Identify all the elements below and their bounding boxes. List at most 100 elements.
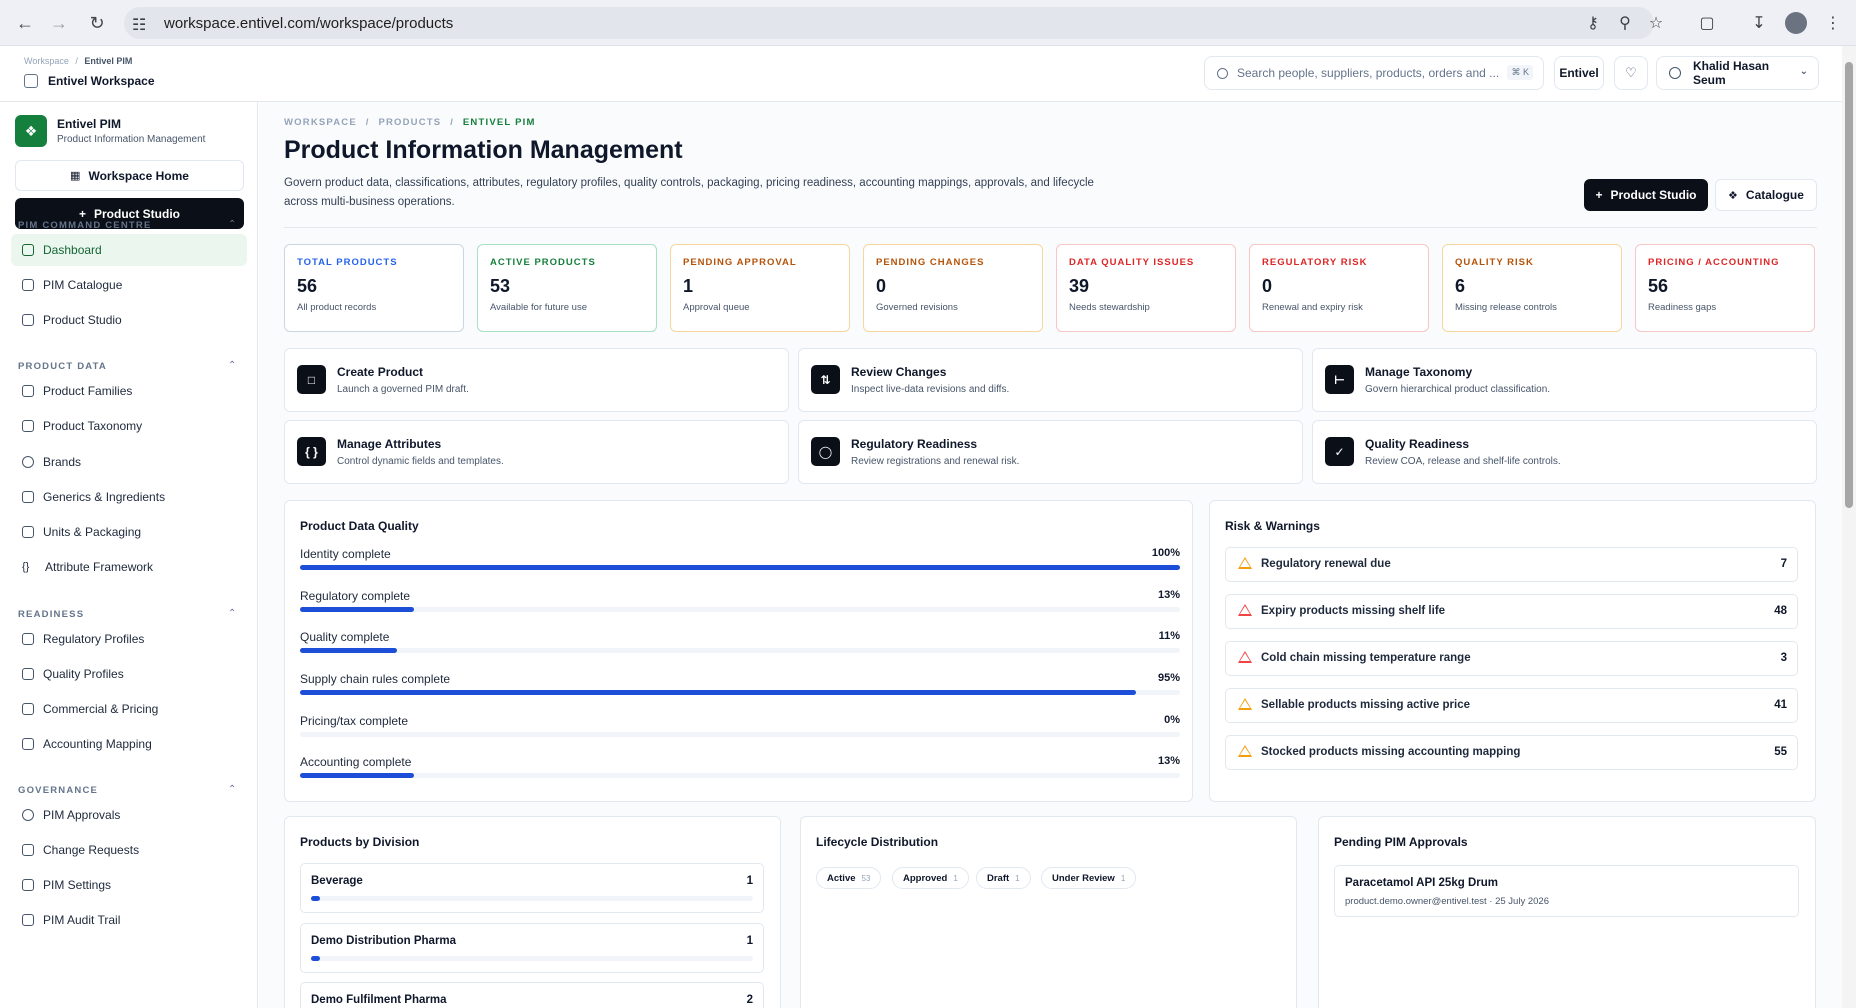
action-create-product[interactable]: □ Create Product Launch a governed PIM d… bbox=[284, 348, 789, 412]
chevron-up-icon[interactable]: ⌃ bbox=[228, 608, 236, 619]
sidebar-item-product-studio[interactable]: Product Studio bbox=[11, 304, 247, 336]
crumb-products[interactable]: PRODUCTS bbox=[378, 117, 441, 128]
crumb-current: Entivel PIM bbox=[84, 56, 133, 66]
workspace-home-button[interactable]: ▦ Workspace Home bbox=[15, 160, 244, 191]
action-manage-taxonomy[interactable]: ⊢ Manage Taxonomy Govern hierarchical pr… bbox=[1312, 348, 1817, 412]
action-manage-attributes[interactable]: { } Manage Attributes Control dynamic fi… bbox=[284, 420, 789, 484]
stat-value: 1 bbox=[683, 276, 694, 296]
risk-row-active-price[interactable]: Sellable products missing active price 4… bbox=[1225, 688, 1798, 723]
stat-card-pending-changes[interactable]: PENDING CHANGES 0 Governed revisions bbox=[863, 244, 1043, 332]
nav-label: Product Studio bbox=[43, 313, 122, 327]
sidebar-item-change-requests[interactable]: Change Requests bbox=[11, 834, 247, 866]
sidebar-item-units-packaging[interactable]: Units & Packaging bbox=[11, 516, 247, 548]
risk-row-shelf-life[interactable]: Expiry products missing shelf life 48 bbox=[1225, 594, 1798, 629]
action-regulatory-readiness[interactable]: ◯ Regulatory Readiness Review registrati… bbox=[798, 420, 1303, 484]
site-settings-icon[interactable]: ☷ bbox=[132, 15, 150, 34]
address-bar[interactable]: workspace.entivel.com/workspace/products bbox=[124, 7, 1654, 39]
stat-card-pending-approval[interactable]: PENDING APPROVAL 1 Approval queue bbox=[670, 244, 850, 332]
reload-icon[interactable]: ↻ bbox=[84, 11, 110, 35]
sidebar-item-product-families[interactable]: Product Families bbox=[11, 375, 247, 407]
forward-icon[interactable]: → bbox=[46, 11, 72, 35]
user-icon bbox=[1669, 67, 1681, 79]
lifecycle-chip-draft[interactable]: Draft 1 bbox=[976, 867, 1031, 889]
workspace-switcher[interactable]: Entivel Workspace bbox=[24, 74, 155, 88]
stat-card-total-products[interactable]: TOTAL PRODUCTS 56 All product records bbox=[284, 244, 464, 332]
action-review-changes[interactable]: ⇅ Review Changes Inspect live-data revis… bbox=[798, 348, 1303, 412]
sidebar-item-pim-approvals[interactable]: PIM Approvals bbox=[11, 799, 247, 831]
scrollbar-thumb[interactable] bbox=[1845, 62, 1853, 508]
progress-track bbox=[300, 773, 1180, 778]
org-button[interactable]: Entivel bbox=[1554, 56, 1604, 90]
action-title: Create Product bbox=[337, 365, 424, 379]
quality-label: Pricing/tax complete bbox=[300, 714, 409, 728]
shield-icon bbox=[22, 633, 34, 645]
nav-label: Generics & Ingredients bbox=[43, 490, 166, 504]
menu-kebab-icon[interactable]: ⋮ bbox=[1820, 11, 1846, 35]
progress-fill bbox=[300, 607, 415, 612]
section-governance[interactable]: GOVERNANCE bbox=[18, 785, 98, 796]
lifecycle-chip-under-review[interactable]: Under Review 1 bbox=[1041, 867, 1137, 889]
nav-label: Change Requests bbox=[43, 843, 140, 857]
progress-track bbox=[300, 565, 1180, 570]
product-studio-button[interactable]: + Product Studio bbox=[1584, 179, 1708, 211]
zoom-icon[interactable]: ⚲ bbox=[1612, 11, 1638, 35]
back-icon[interactable]: ← bbox=[12, 11, 38, 35]
action-title: Manage Taxonomy bbox=[1365, 365, 1473, 379]
division-row[interactable]: Demo Fulfilment Pharma 2 bbox=[300, 982, 764, 1008]
sidebar-item-pim-catalogue[interactable]: PIM Catalogue bbox=[11, 269, 247, 301]
sliders-icon bbox=[22, 879, 34, 891]
sidebar-item-brands[interactable]: Brands bbox=[11, 446, 247, 478]
global-search[interactable]: Search people, suppliers, products, orde… bbox=[1204, 56, 1544, 90]
crumb-workspace[interactable]: Workspace bbox=[24, 56, 69, 66]
section-product-data[interactable]: PRODUCT DATA bbox=[18, 361, 107, 372]
division-count: 2 bbox=[746, 994, 753, 1006]
stat-value: 56 bbox=[1648, 276, 1669, 296]
app-card: ❖ Entivel PIM Product Information Manage… bbox=[15, 115, 205, 147]
download-icon[interactable]: ↧ bbox=[1746, 11, 1772, 35]
risk-row-regulatory-renewal[interactable]: Regulatory renewal due 7 bbox=[1225, 547, 1798, 582]
section-pim-command-centre[interactable]: PIM COMMAND CENTRE bbox=[18, 220, 152, 231]
catalogue-button[interactable]: ❖ Catalogue bbox=[1715, 179, 1817, 211]
stat-card-data-quality-issues[interactable]: DATA QUALITY ISSUES 39 Needs stewardship bbox=[1056, 244, 1236, 332]
action-quality-readiness[interactable]: ✓ Quality Readiness Review COA, release … bbox=[1312, 420, 1817, 484]
lifecycle-chip-approved[interactable]: Approved 1 bbox=[892, 867, 969, 889]
chip-count: 53 bbox=[861, 873, 871, 883]
stat-card-pricing-accounting[interactable]: PRICING / ACCOUNTING 56 Readiness gaps bbox=[1635, 244, 1815, 332]
sidebar-item-regulatory-profiles[interactable]: Regulatory Profiles bbox=[11, 623, 247, 655]
sidebar-item-commercial-pricing[interactable]: Commercial & Pricing bbox=[11, 693, 247, 725]
division-row[interactable]: Beverage 1 bbox=[300, 863, 764, 913]
sidebar-item-pim-audit-trail[interactable]: PIM Audit Trail bbox=[11, 904, 247, 936]
grid-icon: ▦ bbox=[70, 170, 81, 182]
approval-item[interactable]: Paracetamol API 25kg Drum product.demo.o… bbox=[1334, 865, 1799, 917]
sidebar-item-dashboard[interactable]: Dashboard bbox=[11, 234, 247, 266]
key-icon[interactable]: ⚷ bbox=[1580, 11, 1606, 35]
sidebar-item-quality-profiles[interactable]: Quality Profiles bbox=[11, 658, 247, 690]
division-label: Beverage bbox=[311, 875, 363, 887]
stat-card-quality-risk[interactable]: QUALITY RISK 6 Missing release controls bbox=[1442, 244, 1622, 332]
profile-avatar[interactable] bbox=[1783, 11, 1809, 35]
extensions-icon[interactable]: ▢ bbox=[1694, 11, 1720, 35]
section-readiness[interactable]: READINESS bbox=[18, 609, 84, 620]
stat-card-regulatory-risk[interactable]: REGULATORY RISK 0 Renewal and expiry ris… bbox=[1249, 244, 1429, 332]
division-row[interactable]: Demo Distribution Pharma 1 bbox=[300, 923, 764, 973]
sidebar-item-generics[interactable]: Generics & Ingredients bbox=[11, 481, 247, 513]
sidebar-item-accounting-mapping[interactable]: Accounting Mapping bbox=[11, 728, 247, 760]
bookmark-star-icon[interactable]: ☆ bbox=[1643, 11, 1669, 35]
risk-row-accounting-mapping[interactable]: Stocked products missing accounting mapp… bbox=[1225, 735, 1798, 770]
chip-count: 1 bbox=[1015, 873, 1020, 883]
sidebar-item-product-taxonomy[interactable]: Product Taxonomy bbox=[11, 410, 247, 442]
sidebar-item-attribute-framework[interactable]: {} Attribute Framework bbox=[11, 551, 247, 583]
chevron-up-icon[interactable]: ⌃ bbox=[228, 784, 236, 795]
progress-track bbox=[300, 607, 1180, 612]
nav-label: PIM Settings bbox=[43, 878, 112, 892]
sidebar-item-pim-settings[interactable]: PIM Settings bbox=[11, 869, 247, 901]
risk-row-cold-chain[interactable]: Cold chain missing temperature range 3 bbox=[1225, 641, 1798, 676]
chevron-up-icon[interactable]: ⌃ bbox=[228, 219, 236, 230]
crumb-workspace[interactable]: WORKSPACE bbox=[284, 117, 357, 128]
stat-card-active-products[interactable]: ACTIVE PRODUCTS 53 Available for future … bbox=[477, 244, 657, 332]
lifecycle-chip-active[interactable]: Active 53 bbox=[816, 867, 882, 889]
page-scrollbar[interactable] bbox=[1842, 46, 1856, 1008]
user-menu-button[interactable]: Khalid Hasan Seum ⌄ bbox=[1656, 56, 1819, 90]
notifications-button[interactable]: ♡ bbox=[1614, 56, 1648, 90]
chevron-up-icon[interactable]: ⌃ bbox=[228, 360, 236, 371]
